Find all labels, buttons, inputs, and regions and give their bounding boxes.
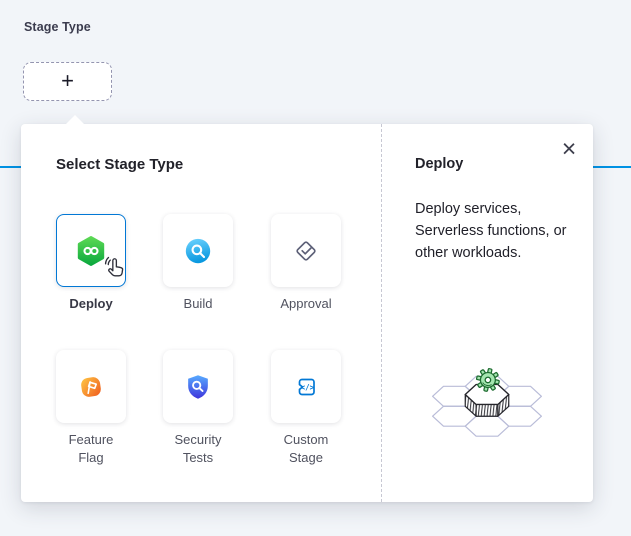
deploy-hexagon-infinity-icon (75, 235, 107, 267)
stage-tile-approval-box[interactable] (271, 214, 341, 287)
stage-tile-feature-flag[interactable]: Feature Flag (36, 350, 146, 467)
stage-tile-custom-stage-box[interactable]: </> (271, 350, 341, 423)
stage-tile-build-label: Build (166, 295, 230, 313)
stage-tile-deploy-box[interactable] (56, 214, 126, 287)
approval-diamond-check-icon (290, 235, 322, 267)
stage-tile-feature-flag-box[interactable] (56, 350, 126, 423)
hexagons-gear-illustration (419, 348, 555, 450)
stage-tile-approval[interactable]: Approval (251, 214, 361, 313)
close-icon[interactable]: × (554, 134, 584, 164)
stage-tile-build[interactable]: Build (143, 214, 253, 313)
stage-tile-security-tests[interactable]: Security Tests (143, 350, 253, 467)
security-shield-search-icon (183, 372, 213, 402)
svg-text:</>: </> (301, 382, 315, 391)
stage-tile-feature-flag-label: Feature Flag (59, 431, 123, 467)
stage-type-label: Stage Type (24, 20, 91, 34)
stage-tile-custom-stage[interactable]: </> Custom Stage (251, 350, 361, 467)
stage-tile-approval-label: Approval (274, 295, 338, 313)
add-stage-button[interactable]: + (23, 62, 112, 101)
select-stage-type-popover: Select Stage Type Deploy (21, 124, 593, 502)
plus-icon: + (61, 70, 74, 92)
stage-tile-deploy[interactable]: Deploy (36, 214, 146, 313)
stage-detail-title: Deploy (415, 156, 463, 172)
stage-tile-deploy-label: Deploy (59, 295, 123, 313)
popover-caret (65, 115, 85, 125)
stage-tile-custom-stage-label: Custom Stage (274, 431, 338, 467)
custom-stage-code-icon: </> (290, 371, 322, 403)
feature-flag-icon (75, 371, 107, 403)
popover-section-divider (381, 124, 382, 502)
build-circle-search-icon (183, 236, 213, 266)
stage-tile-security-tests-box[interactable] (163, 350, 233, 423)
stage-tile-security-tests-label: Security Tests (166, 431, 230, 467)
stage-detail-description: Deploy services, Serverless functions, o… (415, 198, 567, 264)
popover-title: Select Stage Type (56, 156, 183, 173)
stage-tile-build-box[interactable] (163, 214, 233, 287)
pipeline-stage-canvas: Stage Type + Select Stage Type (0, 0, 631, 536)
